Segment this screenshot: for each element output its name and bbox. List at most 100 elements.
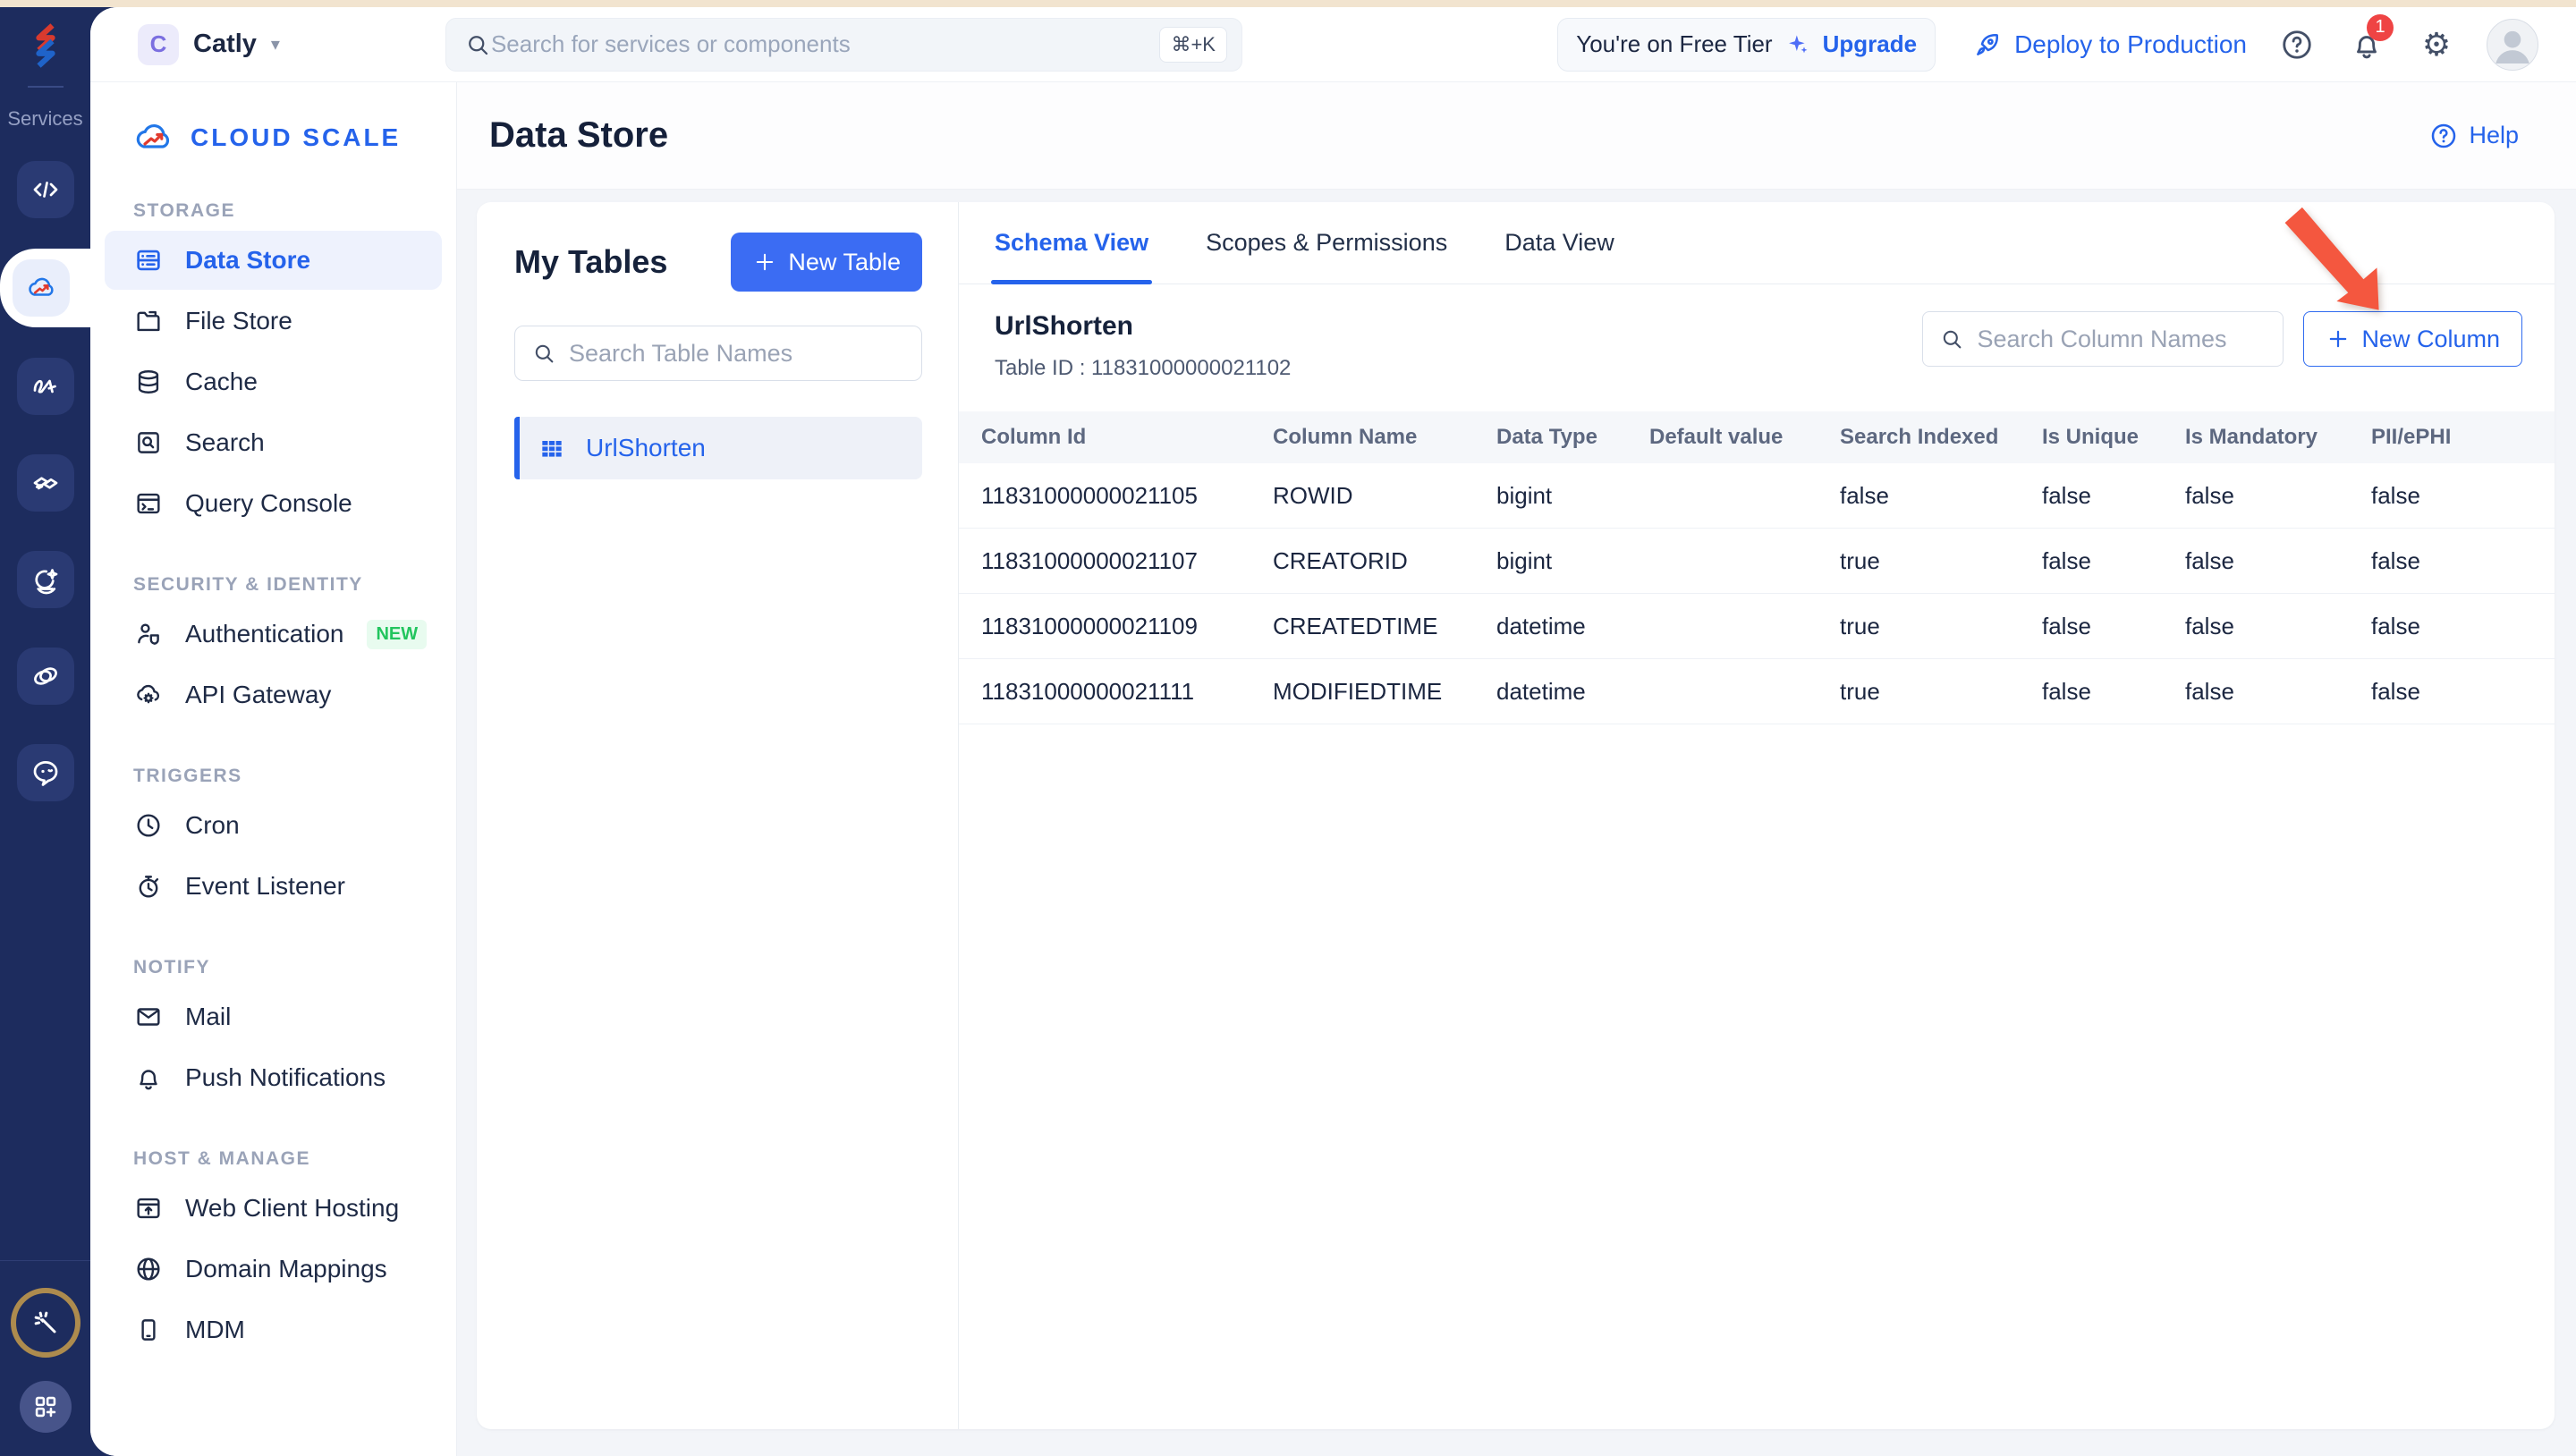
tab-data-view[interactable]: Data View xyxy=(1504,202,1614,284)
section-triggers: TRIGGERS xyxy=(133,766,242,786)
data-store-card: My Tables New Table Search Table Names U… xyxy=(477,202,2555,1429)
upgrade-link[interactable]: Upgrade xyxy=(1823,30,1917,58)
sidebar-item-label: Event Listener xyxy=(185,872,345,900)
search-service-icon xyxy=(138,432,159,453)
col-header: Default value xyxy=(1649,425,1784,449)
section-storage: STORAGE xyxy=(133,200,235,221)
cell-pii: false xyxy=(2371,677,2420,705)
rail-bottom-divider xyxy=(0,1260,90,1261)
data-store-icon xyxy=(137,250,160,271)
cell-search-indexed: false xyxy=(1840,481,1889,509)
cell-column-name: ROWID xyxy=(1273,481,1353,509)
col-header: Column Name xyxy=(1273,425,1418,449)
mail-icon xyxy=(137,1008,160,1026)
sidebar-item-file-store[interactable]: File Store xyxy=(105,292,442,351)
partners-service-icon[interactable] xyxy=(16,454,74,512)
column-search-input[interactable] xyxy=(1977,325,2267,353)
table-row: 11831000000021107 CREATORID bigint true … xyxy=(959,529,2555,594)
new-table-button[interactable]: New Table xyxy=(731,233,922,292)
zia-service-icon[interactable] xyxy=(16,358,74,415)
free-tier-label: You're on Free Tier xyxy=(1576,30,1773,57)
cell-pii: false xyxy=(2371,481,2420,509)
help-icon xyxy=(2432,123,2456,148)
magic-wand-icon[interactable] xyxy=(10,1288,80,1358)
sidebar-item-mdm[interactable]: MDM xyxy=(105,1300,442,1359)
cloud-scale-service-icon[interactable] xyxy=(13,259,70,317)
deploy-to-production-button[interactable]: Deploy to Production xyxy=(1973,30,2247,59)
mobile-device-icon xyxy=(141,1319,156,1341)
section-security-identity: SECURITY & IDENTITY xyxy=(133,574,363,595)
cell-column-id: 11831000000021107 xyxy=(981,546,1198,574)
cell-pii: false xyxy=(2371,612,2420,639)
project-selector[interactable]: C Catly ▾ xyxy=(138,23,280,65)
sidebar-item-domain-mappings[interactable]: Domain Mappings xyxy=(105,1240,442,1299)
rocket-icon xyxy=(1977,33,1999,55)
cell-column-id: 11831000000021109 xyxy=(981,612,1198,639)
section-notify: NOTIFY xyxy=(133,957,210,978)
cache-icon xyxy=(138,370,159,394)
cell-data-type: bigint xyxy=(1496,546,1553,574)
top-bar: C Catly ▾ ⌘+K You're on Free Tier Upgrad… xyxy=(90,7,2576,82)
cell-is-unique: false xyxy=(2042,612,2091,639)
global-search[interactable]: ⌘+K xyxy=(445,17,1242,72)
global-search-input[interactable] xyxy=(490,30,1160,58)
sidebar-item-label: Search xyxy=(185,428,265,456)
sidebar-item-cache[interactable]: Cache xyxy=(105,352,442,411)
schema-table-header: Column Id Column Name Data Type Default … xyxy=(959,411,2555,463)
sidebar: CLOUD SCALE STORAGE Data Store File Stor… xyxy=(90,82,457,1456)
help-circle-icon[interactable] xyxy=(2277,25,2317,64)
deploy-label: Deploy to Production xyxy=(2014,30,2247,58)
table-list-item-urlshorten[interactable]: UrlShorten xyxy=(514,417,922,479)
plus-icon xyxy=(757,253,774,271)
tab-scopes-permissions[interactable]: Scopes & Permissions xyxy=(1206,202,1447,284)
cloud-scale-brand: CLOUD SCALE xyxy=(90,116,456,159)
code-service-icon[interactable] xyxy=(16,161,74,218)
cron-clock-icon xyxy=(137,814,160,837)
my-tables-panel: My Tables New Table Search Table Names U… xyxy=(477,202,959,1429)
sidebar-item-push-notifications[interactable]: Push Notifications xyxy=(105,1048,442,1107)
sidebar-item-label: MDM xyxy=(185,1316,245,1343)
user-avatar[interactable] xyxy=(2487,18,2538,71)
new-column-label: New Column xyxy=(2361,325,2500,352)
sidebar-item-label: Cache xyxy=(185,368,258,395)
cell-is-unique: false xyxy=(2042,481,2091,509)
sidebar-item-event-listener[interactable]: Event Listener xyxy=(105,857,442,916)
table-search[interactable] xyxy=(514,326,922,381)
services-label: Services xyxy=(7,107,83,130)
sidebar-item-api-gateway[interactable]: API Gateway xyxy=(105,665,442,724)
table-search-input[interactable] xyxy=(569,339,905,368)
sidebar-item-cron[interactable]: Cron xyxy=(105,796,442,855)
sidebar-item-authentication[interactable]: Authentication NEW xyxy=(105,605,442,664)
catalyst-logo[interactable] xyxy=(16,16,75,75)
sidebar-item-label: File Store xyxy=(185,307,292,334)
tab-schema-view[interactable]: Schema View xyxy=(990,202,1153,284)
table-row: 11831000000021109 CREATEDTIME datetime t… xyxy=(959,594,2555,659)
sidebar-item-label: Domain Mappings xyxy=(185,1255,387,1282)
chat-bot-service-icon[interactable] xyxy=(16,744,74,801)
sidebar-item-search[interactable]: Search xyxy=(105,413,442,472)
cell-is-mandatory: false xyxy=(2185,677,2234,705)
cell-is-unique: false xyxy=(2042,546,2091,574)
col-header: Is Mandatory xyxy=(2185,425,2318,449)
notifications-bell-icon[interactable]: 1 xyxy=(2347,13,2394,64)
search-icon xyxy=(535,344,554,363)
brand-title: CLOUD SCALE xyxy=(191,123,402,151)
rings-service-icon[interactable] xyxy=(16,648,74,705)
col-header: Data Type xyxy=(1496,425,1597,449)
sparkle-icon xyxy=(1788,35,1808,53)
col-header: PII/ePHI xyxy=(2371,425,2452,449)
column-search[interactable] xyxy=(1922,311,2284,367)
help-link[interactable]: Help xyxy=(2429,122,2519,150)
new-column-button[interactable]: New Column xyxy=(2303,311,2522,367)
cell-column-name: CREATORID xyxy=(1273,546,1408,574)
sidebar-item-mail[interactable]: Mail xyxy=(105,987,442,1046)
sidebar-item-label: Cron xyxy=(185,811,240,839)
cloud-scale-service-active xyxy=(0,249,90,327)
settings-gear-icon[interactable]: ⚙ xyxy=(2417,25,2456,64)
sidebar-item-query-console[interactable]: Query Console xyxy=(105,474,442,533)
sidebar-item-data-store[interactable]: Data Store xyxy=(105,231,442,290)
apps-grid-icon[interactable] xyxy=(19,1381,72,1433)
cell-column-id: 11831000000021105 xyxy=(981,481,1198,509)
crystal-ball-service-icon[interactable] xyxy=(16,551,74,608)
sidebar-item-web-client-hosting[interactable]: Web Client Hosting xyxy=(105,1179,442,1238)
